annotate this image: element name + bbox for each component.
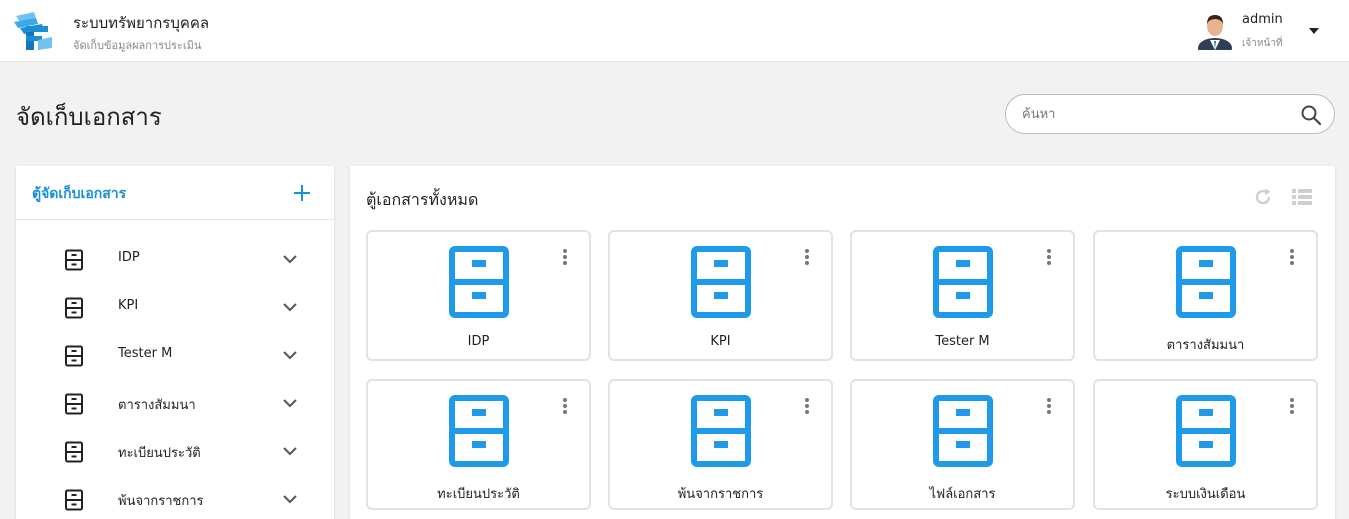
cabinet-card[interactable]: KPI xyxy=(608,230,833,361)
cabinet-name: ระบบเงินเดือน xyxy=(1165,487,1246,502)
sidebar-item[interactable]: ทะเบียนประวัติ xyxy=(16,427,334,475)
more-vert-icon[interactable] xyxy=(562,397,568,415)
search-input[interactable] xyxy=(1022,103,1292,125)
more-vert-icon[interactable] xyxy=(562,248,568,266)
sidebar-item[interactable]: พ้นจากราชการ xyxy=(16,475,334,519)
sidebar-item-label: IDP xyxy=(118,250,140,265)
sidebar-title: ตู้จัดเก็บเอกสาร xyxy=(32,186,127,202)
cabinet-name: พ้นจากราชการ xyxy=(677,487,764,502)
chevron-down-icon[interactable] xyxy=(282,349,298,361)
cabinet-name: ไฟล์เอกสาร xyxy=(929,487,996,502)
sidebar-item-label: Tester M xyxy=(118,346,173,361)
panel-title: ตู้เอกสารทั้งหมด xyxy=(366,190,479,209)
app-logo[interactable] xyxy=(12,10,56,52)
sidebar-item-label: KPI xyxy=(118,298,139,313)
app-title: ระบบทรัพยากรบุคคล xyxy=(73,14,210,32)
caret-down-icon[interactable] xyxy=(1308,26,1320,36)
top-bar: ระบบทรัพยากรบุคคล จัดเก็บข้อมูลผลการประเ… xyxy=(0,0,1349,62)
cabinet-card[interactable]: ไฟล์เอกสาร xyxy=(850,379,1075,510)
cabinet-card[interactable]: Tester M xyxy=(850,230,1075,361)
sidebar-item[interactable]: IDP xyxy=(16,235,334,283)
more-vert-icon[interactable] xyxy=(1289,397,1295,415)
cabinet-icon xyxy=(449,246,509,318)
cabinet-icon xyxy=(1176,395,1236,467)
cabinet-card[interactable]: IDP xyxy=(366,230,591,361)
sidebar-item[interactable]: Tester M xyxy=(16,331,334,379)
cabinet-icon xyxy=(933,246,993,318)
chevron-down-icon[interactable] xyxy=(282,397,298,409)
page-title: จัดเก็บเอกสาร xyxy=(16,103,162,131)
chevron-down-icon[interactable] xyxy=(282,253,298,265)
sidebar-item[interactable]: KPI xyxy=(16,283,334,331)
user-role: เจ้าหน้าที่ xyxy=(1242,38,1283,49)
cabinet-card[interactable]: ตารางสัมมนา xyxy=(1093,230,1318,361)
cabinet-icon xyxy=(65,297,83,319)
cabinet-icon xyxy=(933,395,993,467)
cabinet-icon xyxy=(65,393,83,415)
sidebar-item-label: ทะเบียนประวัติ xyxy=(118,446,201,461)
cabinet-icon xyxy=(691,246,751,318)
app-subtitle: จัดเก็บข้อมูลผลการประเมิน xyxy=(73,39,202,52)
sidebar-item[interactable]: ตารางสัมมนา xyxy=(16,379,334,427)
more-vert-icon[interactable] xyxy=(1046,248,1052,266)
cabinet-icon xyxy=(65,345,83,367)
user-avatar[interactable] xyxy=(1197,12,1233,50)
cabinet-panel: ตู้เอกสารทั้งหมด IDP KPI Tester M ตารางส… xyxy=(350,166,1335,519)
list-view-icon[interactable] xyxy=(1292,188,1312,206)
plus-icon[interactable] xyxy=(292,183,312,203)
cabinet-name: KPI xyxy=(710,334,731,349)
sidebar-item-label: พ้นจากราชการ xyxy=(118,494,204,509)
sidebar-item-label: ตารางสัมมนา xyxy=(118,398,196,413)
refresh-icon[interactable] xyxy=(1253,187,1273,207)
cabinet-icon xyxy=(65,441,83,463)
more-vert-icon[interactable] xyxy=(804,397,810,415)
cabinet-name: IDP xyxy=(467,334,490,349)
sidebar-header: ตู้จัดเก็บเอกสาร xyxy=(16,166,334,220)
user-name: admin xyxy=(1242,12,1283,27)
cabinet-name: ทะเบียนประวัติ xyxy=(437,487,520,502)
cabinet-icon xyxy=(1176,246,1236,318)
cabinet-name: Tester M xyxy=(935,334,990,349)
cabinet-icon xyxy=(65,489,83,511)
cabinet-sidebar: ตู้จัดเก็บเอกสาร IDP KPI Tester M ตารางส… xyxy=(16,166,334,519)
cabinet-card[interactable]: ระบบเงินเดือน xyxy=(1093,379,1318,510)
cabinet-card[interactable]: ทะเบียนประวัติ xyxy=(366,379,591,510)
cabinet-name: ตารางสัมมนา xyxy=(1166,338,1245,353)
more-vert-icon[interactable] xyxy=(1046,397,1052,415)
cabinet-card[interactable]: พ้นจากราชการ xyxy=(608,379,833,510)
chevron-down-icon[interactable] xyxy=(282,493,298,505)
more-vert-icon[interactable] xyxy=(804,248,810,266)
cabinet-icon xyxy=(65,249,83,271)
chevron-down-icon[interactable] xyxy=(282,445,298,457)
cabinet-icon xyxy=(691,395,751,467)
more-vert-icon[interactable] xyxy=(1289,248,1295,266)
chevron-down-icon[interactable] xyxy=(282,301,298,313)
cabinet-icon xyxy=(449,395,509,467)
search-icon[interactable] xyxy=(1300,104,1322,126)
search-box[interactable] xyxy=(1005,94,1335,134)
